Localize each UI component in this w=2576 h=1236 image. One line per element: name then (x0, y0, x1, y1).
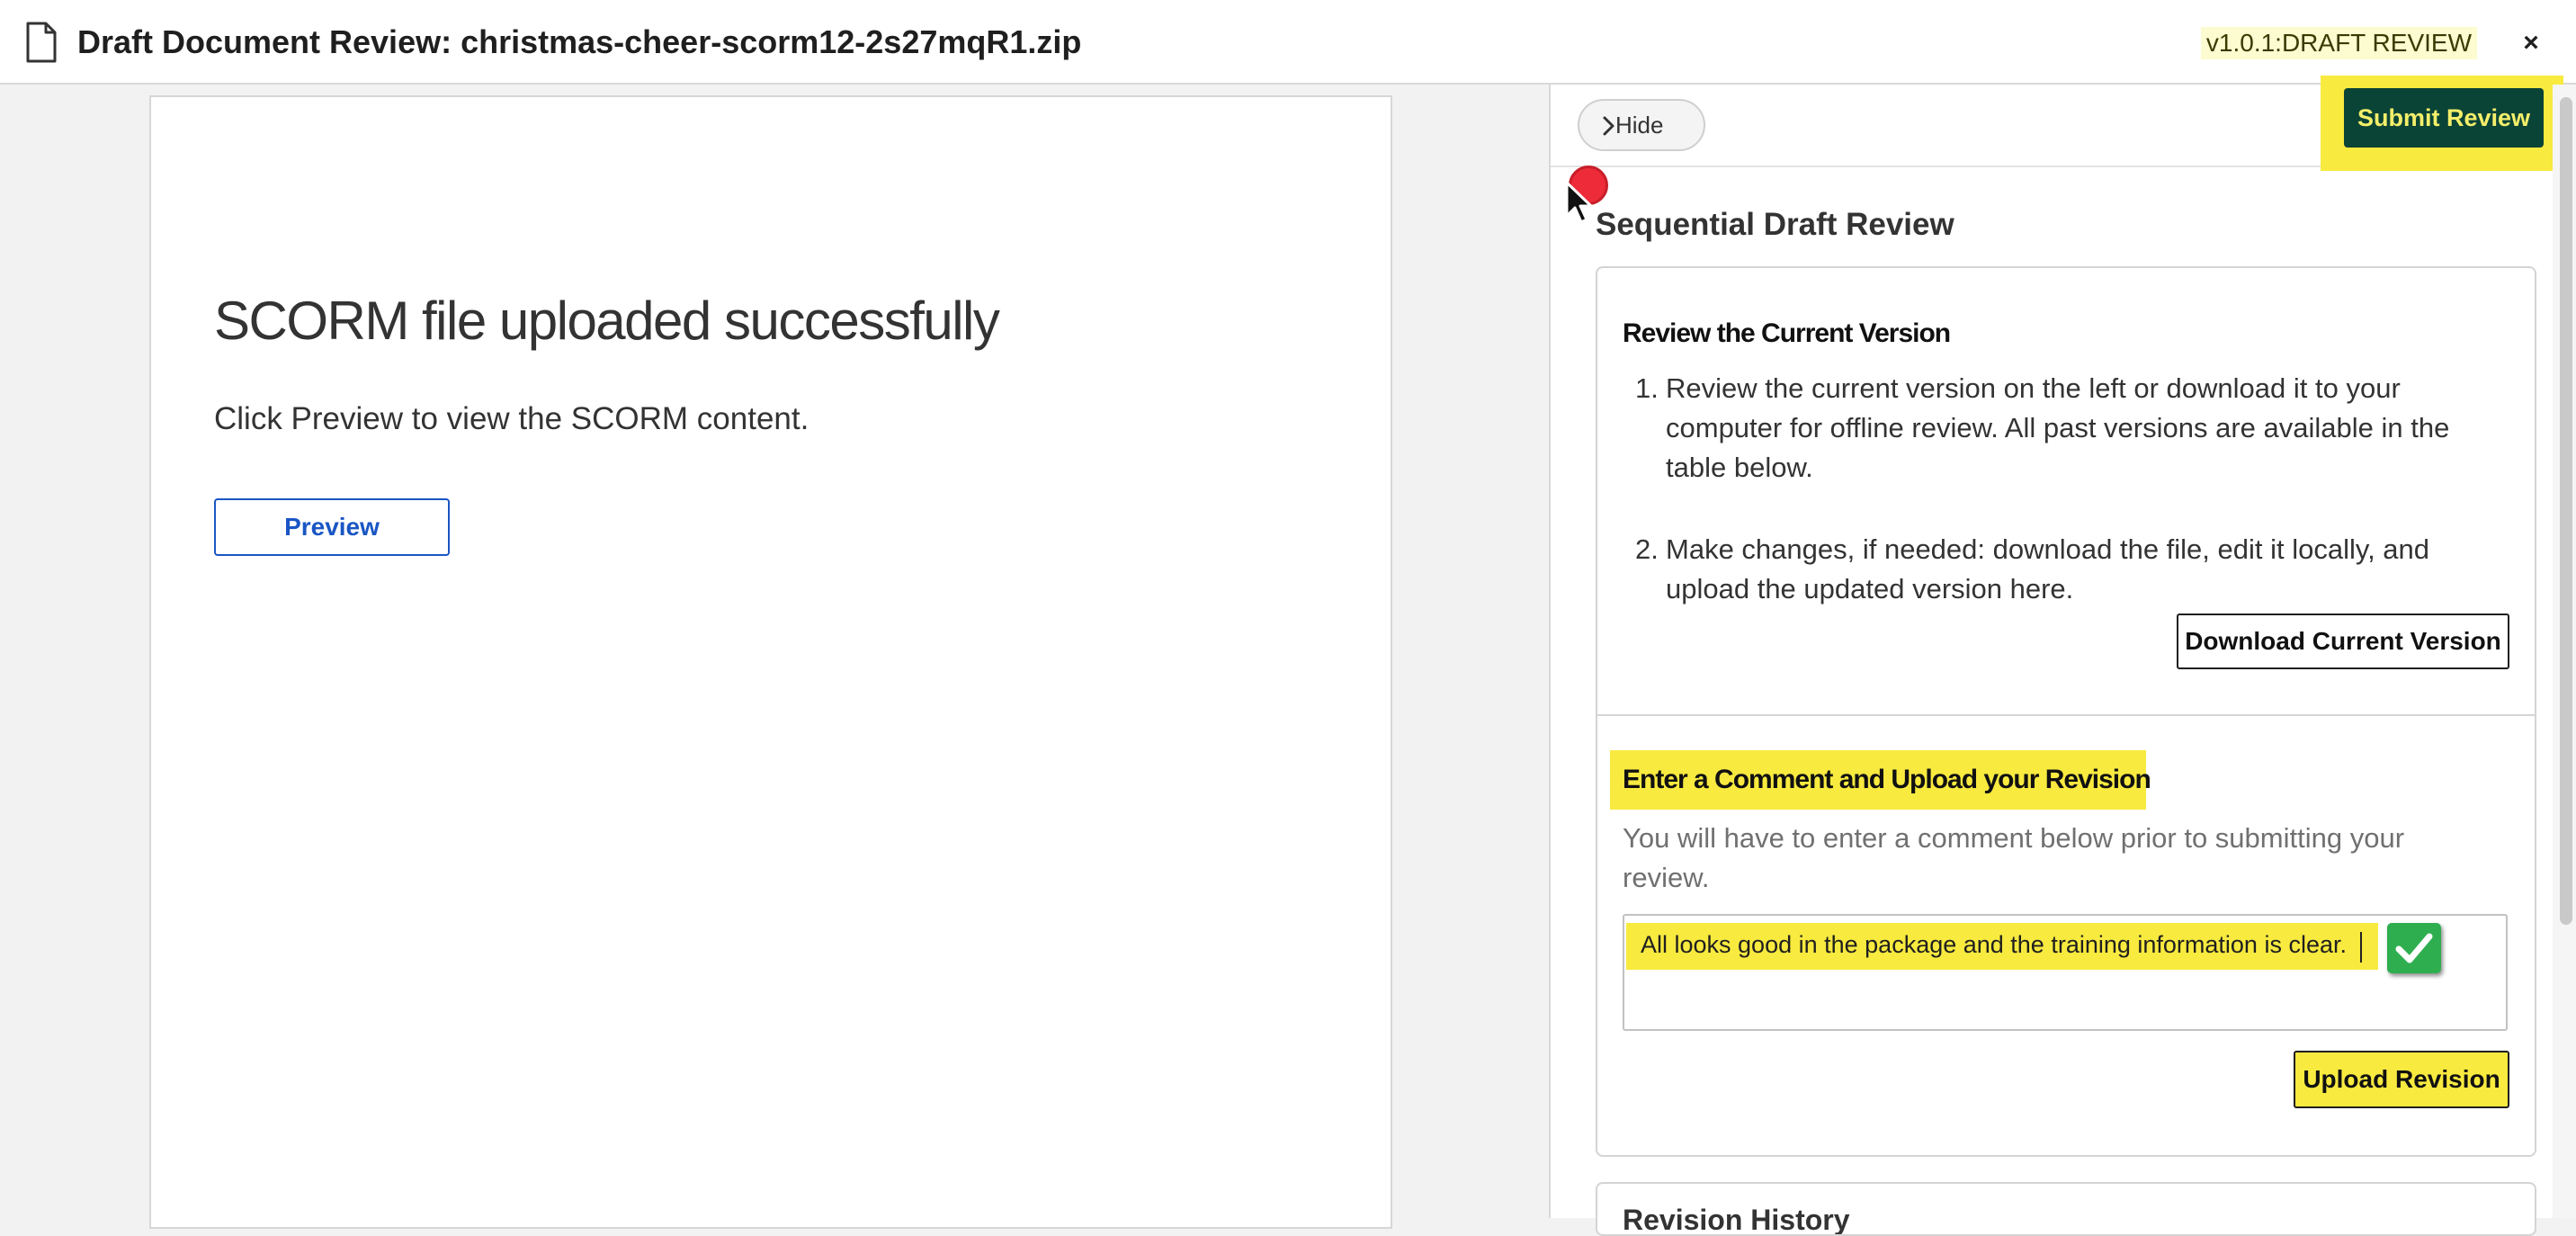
submit-review-button[interactable]: Submit Review (2344, 88, 2544, 148)
dialog-header: Draft Document Review: christmas-cheer-s… (0, 0, 2576, 85)
comment-value: All looks good in the package and the tr… (1641, 931, 2347, 958)
review-steps: 1. Review the current version on the lef… (1621, 369, 2502, 651)
submit-highlight: Submit Review (2321, 76, 2563, 171)
comment-section-title: Enter a Comment and Upload your Revision (1623, 765, 2151, 794)
step-text: Make changes, if needed: download the fi… (1666, 533, 2430, 605)
upload-success-heading: SCORM file uploaded successfully (214, 291, 1000, 351)
text-caret (2360, 932, 2362, 963)
preview-instruction: Click Preview to view the SCORM content. (214, 401, 809, 436)
step-number: 1. (1635, 372, 1659, 404)
list-item: 1. Review the current version on the lef… (1621, 369, 2502, 488)
upload-revision-button[interactable]: Upload Revision (2294, 1051, 2509, 1108)
scrollbar-thumb[interactable] (2560, 97, 2572, 925)
comment-textarea[interactable]: All looks good in the package and the tr… (1623, 914, 2508, 1031)
panel-scrollbar[interactable] (2553, 85, 2576, 1218)
version-badge: v1.0.1:DRAFT REVIEW (2200, 27, 2477, 59)
mouse-pointer-icon (1565, 181, 1593, 224)
step-text: Review the current version on the left o… (1666, 372, 2450, 483)
section-divider (1597, 714, 2535, 716)
close-button[interactable]: × (2515, 27, 2547, 59)
hide-label: Hide (1615, 111, 1664, 139)
chevron-right-icon (1603, 116, 1614, 136)
review-section-title: Review the Current Version (1623, 318, 1951, 348)
comment-requirement-note: You will have to enter a comment below p… (1623, 822, 2405, 893)
panel-title: Sequential Draft Review (1596, 207, 1954, 242)
download-current-version-button[interactable]: Download Current Version (2177, 614, 2509, 669)
revision-history-card: Revision History (1596, 1182, 2536, 1236)
review-card: Review the Current Version 1. Review the… (1596, 266, 2536, 1157)
revision-history-title: Revision History (1623, 1204, 1850, 1236)
close-icon: × (2523, 28, 2539, 58)
step-number: 2. (1635, 533, 1659, 565)
comment-text-highlight: All looks good in the package and the tr… (1626, 923, 2378, 970)
comment-section-highlight: Enter a Comment and Upload your Revision (1610, 750, 2151, 810)
list-item: 2. Make changes, if needed: download the… (1621, 530, 2502, 609)
document-icon (26, 22, 57, 63)
review-panel: Hide Submit Review Sequential Draft Revi… (1549, 76, 2576, 1236)
hide-panel-button[interactable]: Hide (1578, 99, 1705, 151)
checkmark-icon (2387, 923, 2441, 973)
document-preview-area: SCORM file uploaded successfully Click P… (0, 85, 1549, 1229)
document-page: SCORM file uploaded successfully Click P… (149, 95, 1392, 1229)
dialog-title: Draft Document Review: christmas-cheer-s… (77, 23, 1082, 60)
preview-button[interactable]: Preview (214, 498, 450, 556)
